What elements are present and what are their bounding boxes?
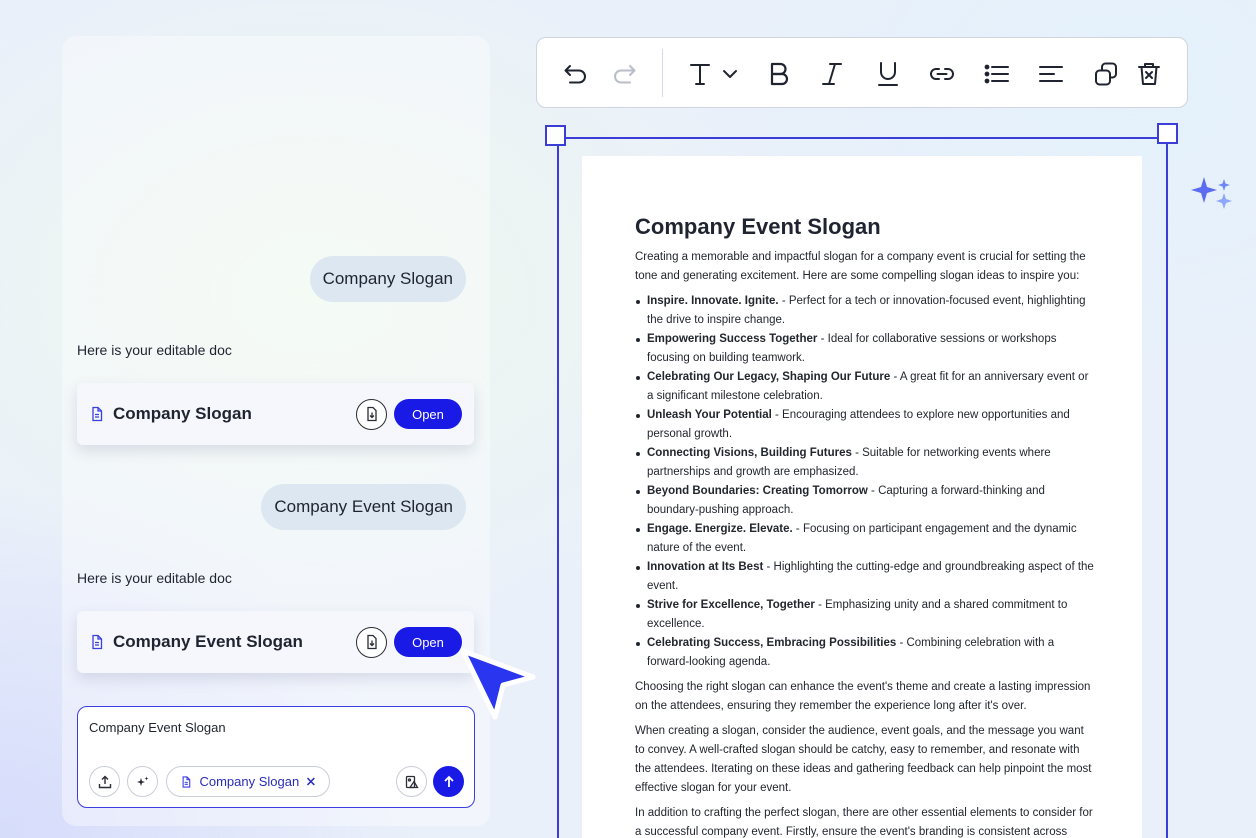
open-button[interactable]: Open [394,399,462,429]
document-page[interactable]: Company Event Slogan Creating a memorabl… [582,156,1142,838]
list-item: Unleash Your Potential - Encouraging att… [635,406,1095,444]
download-icon [366,406,377,422]
resize-handle-top-right[interactable] [1157,123,1178,144]
doc-heading: Company Event Slogan [635,214,881,239]
doc-paragraph: In addition to crafting the perfect slog… [635,807,1093,838]
sparkle-icon [1190,175,1240,215]
list-item: Strive for Excellence, Together - Emphas… [635,596,1095,634]
list-item: Connecting Visions, Building Futures - S… [635,444,1095,482]
close-icon [307,777,316,786]
download-button[interactable] [356,626,387,658]
bullet-list-icon[interactable] [982,59,1012,89]
composer-input[interactable]: Company Event Slogan [89,720,226,735]
list-item: Inspire. Innovate. Ignite. - Perfect for… [635,292,1095,330]
list-item: Celebrating Our Legacy, Shaping Our Futu… [635,368,1095,406]
user-message: Company Slogan [309,256,466,302]
download-button[interactable] [356,398,387,430]
upload-icon [98,775,111,788]
slogan-list: Inspire. Innovate. Ignite. - Perfect for… [635,292,1095,672]
resize-handle-top-left[interactable] [545,125,566,146]
redo-icon[interactable] [609,59,639,89]
delete-icon[interactable] [1134,59,1164,89]
align-left-icon[interactable] [1036,59,1066,89]
send-button[interactable] [433,766,464,797]
doc-paragraph: When creating a slogan, consider the aud… [635,725,1092,794]
doc-card-title: Company Event Slogan [113,632,303,651]
duplicate-icon[interactable] [1091,59,1121,89]
bold-icon[interactable] [764,59,794,89]
doc-intro: Creating a memorable and impactful sloga… [635,251,1086,282]
attached-doc-chip[interactable]: Company Slogan [166,766,330,797]
doc-card[interactable]: Company Event Slogan Open [77,611,474,673]
document-icon [89,406,105,422]
underline-icon[interactable] [873,59,903,89]
message-composer[interactable]: Company Event Slogan Company Slogan [77,706,475,808]
list-item: Innovation at Its Best - Highlighting th… [635,558,1095,596]
undo-icon[interactable] [561,59,591,89]
link-icon[interactable] [927,59,957,89]
list-item: Empowering Success Together - Ideal for … [635,330,1095,368]
doc-card[interactable]: Company Slogan Open [77,383,474,445]
text-style-icon[interactable] [685,59,745,89]
gallery-button[interactable] [396,766,427,797]
ai-assist-button[interactable] [127,766,158,797]
document-icon [89,634,105,650]
chip-label: Company Slogan [199,774,300,789]
image-icon [405,775,419,788]
open-button[interactable]: Open [394,627,462,657]
document-icon [182,775,191,788]
toolbar-divider [662,49,663,97]
sparkle-icon [136,776,148,786]
assistant-reply: Here is your editable doc [77,570,232,586]
upload-button[interactable] [89,766,120,797]
download-icon [366,634,377,650]
pointer-cursor-icon [455,643,539,727]
assistant-reply: Here is your editable doc [77,342,232,358]
list-item: Celebrating Success, Embracing Possibili… [635,634,1095,672]
doc-card-title: Company Slogan [113,404,252,423]
format-toolbar [536,37,1188,108]
list-item: Engage. Energize. Elevate. - Focusing on… [635,520,1095,558]
chat-panel: Company Slogan Here is your editable doc… [62,36,490,826]
doc-paragraph: Choosing the right slogan can enhance th… [635,681,1091,712]
list-item: Beyond Boundaries: Creating Tomorrow - C… [635,482,1095,520]
doc-body: Creating a memorable and impactful sloga… [635,248,1095,838]
italic-icon[interactable] [817,59,847,89]
arrow-up-icon [443,775,454,787]
user-message: Company Event Slogan [261,484,466,530]
